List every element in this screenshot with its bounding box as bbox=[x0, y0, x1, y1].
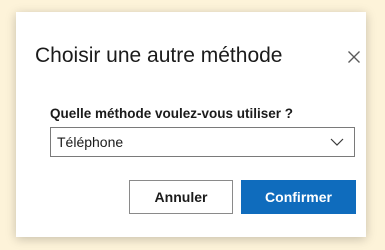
close-button[interactable] bbox=[343, 46, 365, 68]
method-select[interactable]: Téléphone bbox=[50, 127, 355, 157]
method-select-value: Téléphone bbox=[57, 134, 124, 150]
confirm-button[interactable]: Confirmer bbox=[241, 180, 356, 214]
method-field-label: Quelle méthode voulez-vous utiliser ? bbox=[50, 106, 294, 121]
close-icon bbox=[348, 51, 360, 63]
dialog-title: Choisir une autre méthode bbox=[35, 44, 283, 67]
cancel-button[interactable]: Annuler bbox=[129, 180, 233, 214]
chevron-down-icon bbox=[330, 138, 344, 146]
